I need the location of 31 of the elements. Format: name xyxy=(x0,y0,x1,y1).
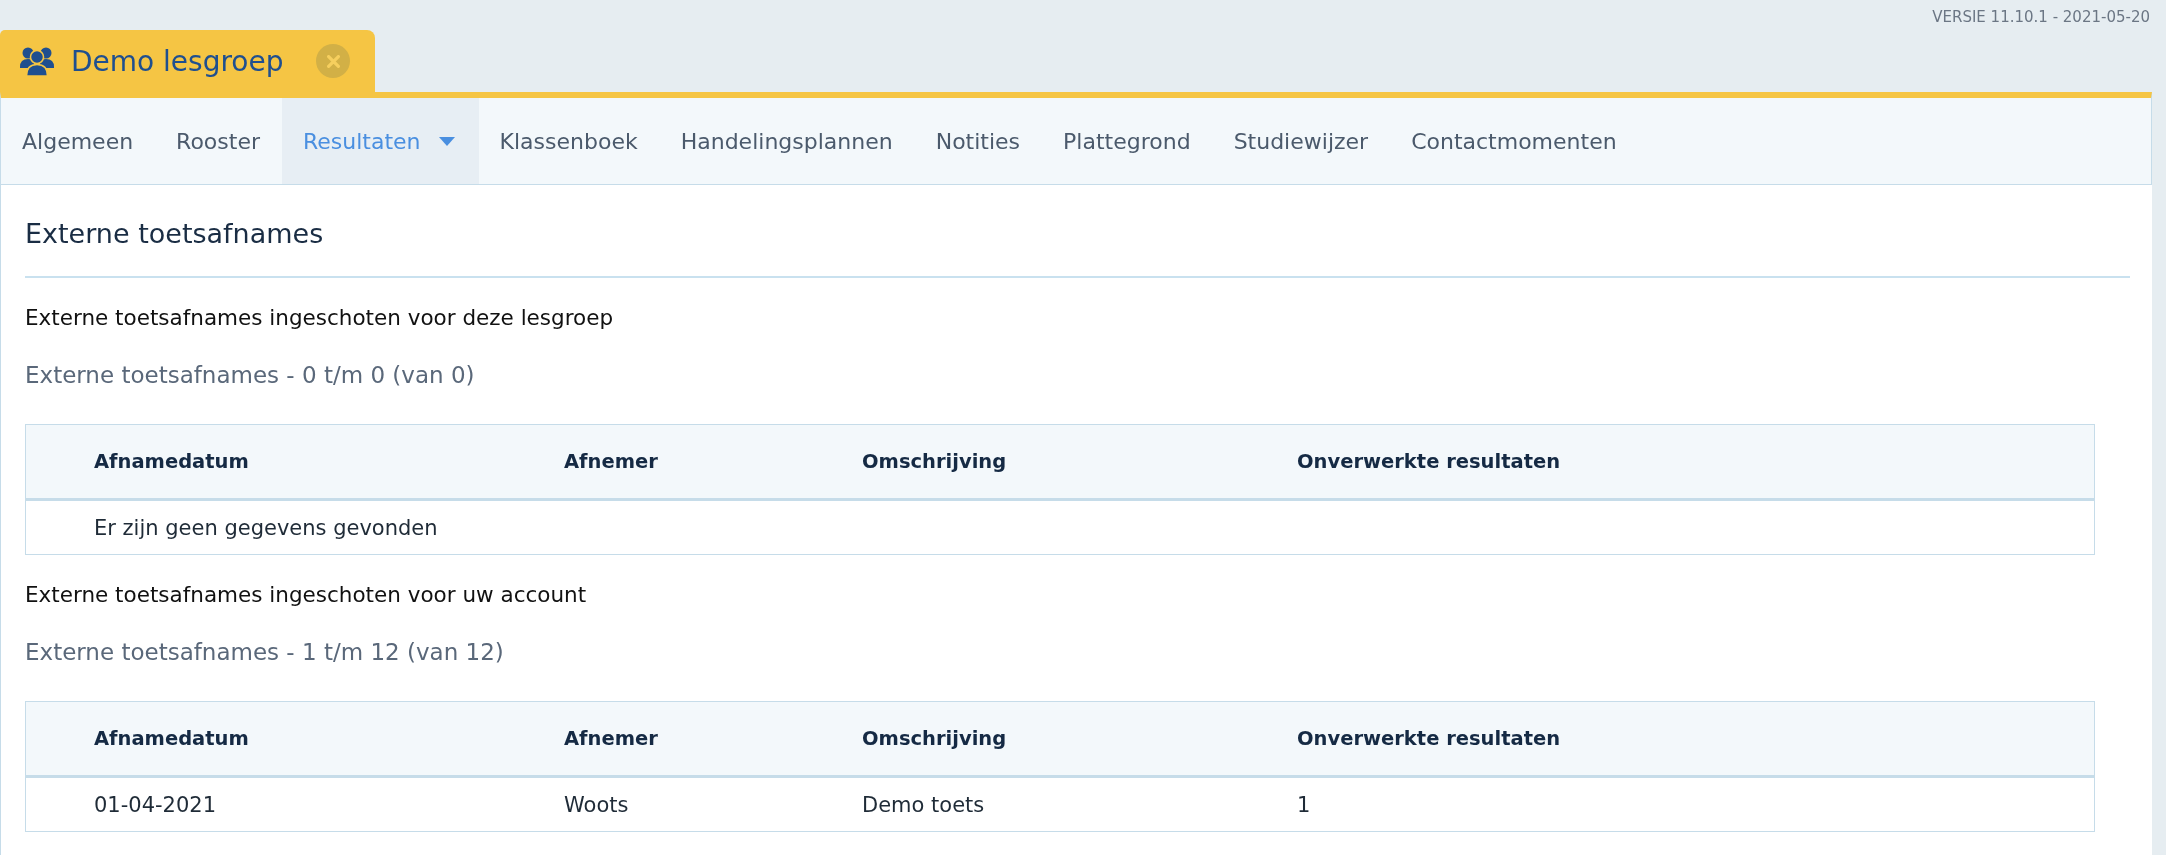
table-cell: 01-04-2021 xyxy=(94,792,217,817)
column-header: Onverwerkte resultaten xyxy=(1297,450,1561,473)
close-icon xyxy=(326,54,340,68)
nav-tab[interactable]: Algemeen xyxy=(1,98,156,184)
table-cell: 1 xyxy=(1297,792,1311,817)
document-tab[interactable]: Demo lesgroep xyxy=(0,30,375,92)
table-cell: Demo toets xyxy=(862,792,985,817)
column-header: Omschrijving xyxy=(862,727,1007,750)
column-header: Omschrijving xyxy=(862,450,1007,473)
section-caption: Externe toetsafnames ingeschoten voor uw account xyxy=(25,581,588,609)
nav-tab[interactable]: Studiewijzer xyxy=(1212,98,1391,184)
nav-tab[interactable]: Notities xyxy=(914,98,1043,184)
nav-tab[interactable]: Plattegrond xyxy=(1042,98,1213,184)
nav-tab[interactable]: Klassenboek xyxy=(478,98,660,184)
result-count: Externe toetsafnames - 0 t/m 0 (van 0) xyxy=(25,361,476,390)
section-caption: Externe toetsafnames ingeschoten voor deze lesgroep xyxy=(25,304,615,332)
column-header: Onverwerkte resultaten xyxy=(1297,727,1561,750)
column-header: Afnemer xyxy=(564,450,658,473)
column-header: Afnemer xyxy=(564,727,658,750)
result-count: Externe toetsafnames - 1 t/m 12 (van 12) xyxy=(25,638,505,667)
empty-message: Er zijn geen gegevens gevonden xyxy=(94,515,438,540)
nav-tab[interactable]: Contactmomenten xyxy=(1390,98,1639,184)
column-header: Afnamedatum xyxy=(94,727,249,750)
people-icon xyxy=(20,46,54,76)
nav-tab[interactable]: Handelingsplannen xyxy=(659,98,915,184)
close-button[interactable] xyxy=(316,44,350,78)
page-title: Externe toetsafnames xyxy=(25,185,2130,278)
nav-tab[interactable]: Rooster xyxy=(155,98,282,184)
column-header: Afnamedatum xyxy=(94,450,249,473)
version-label: VERSIE 11.10.1 - 2021-05-20 xyxy=(1932,7,2150,27)
table-cell: Woots xyxy=(564,792,629,817)
